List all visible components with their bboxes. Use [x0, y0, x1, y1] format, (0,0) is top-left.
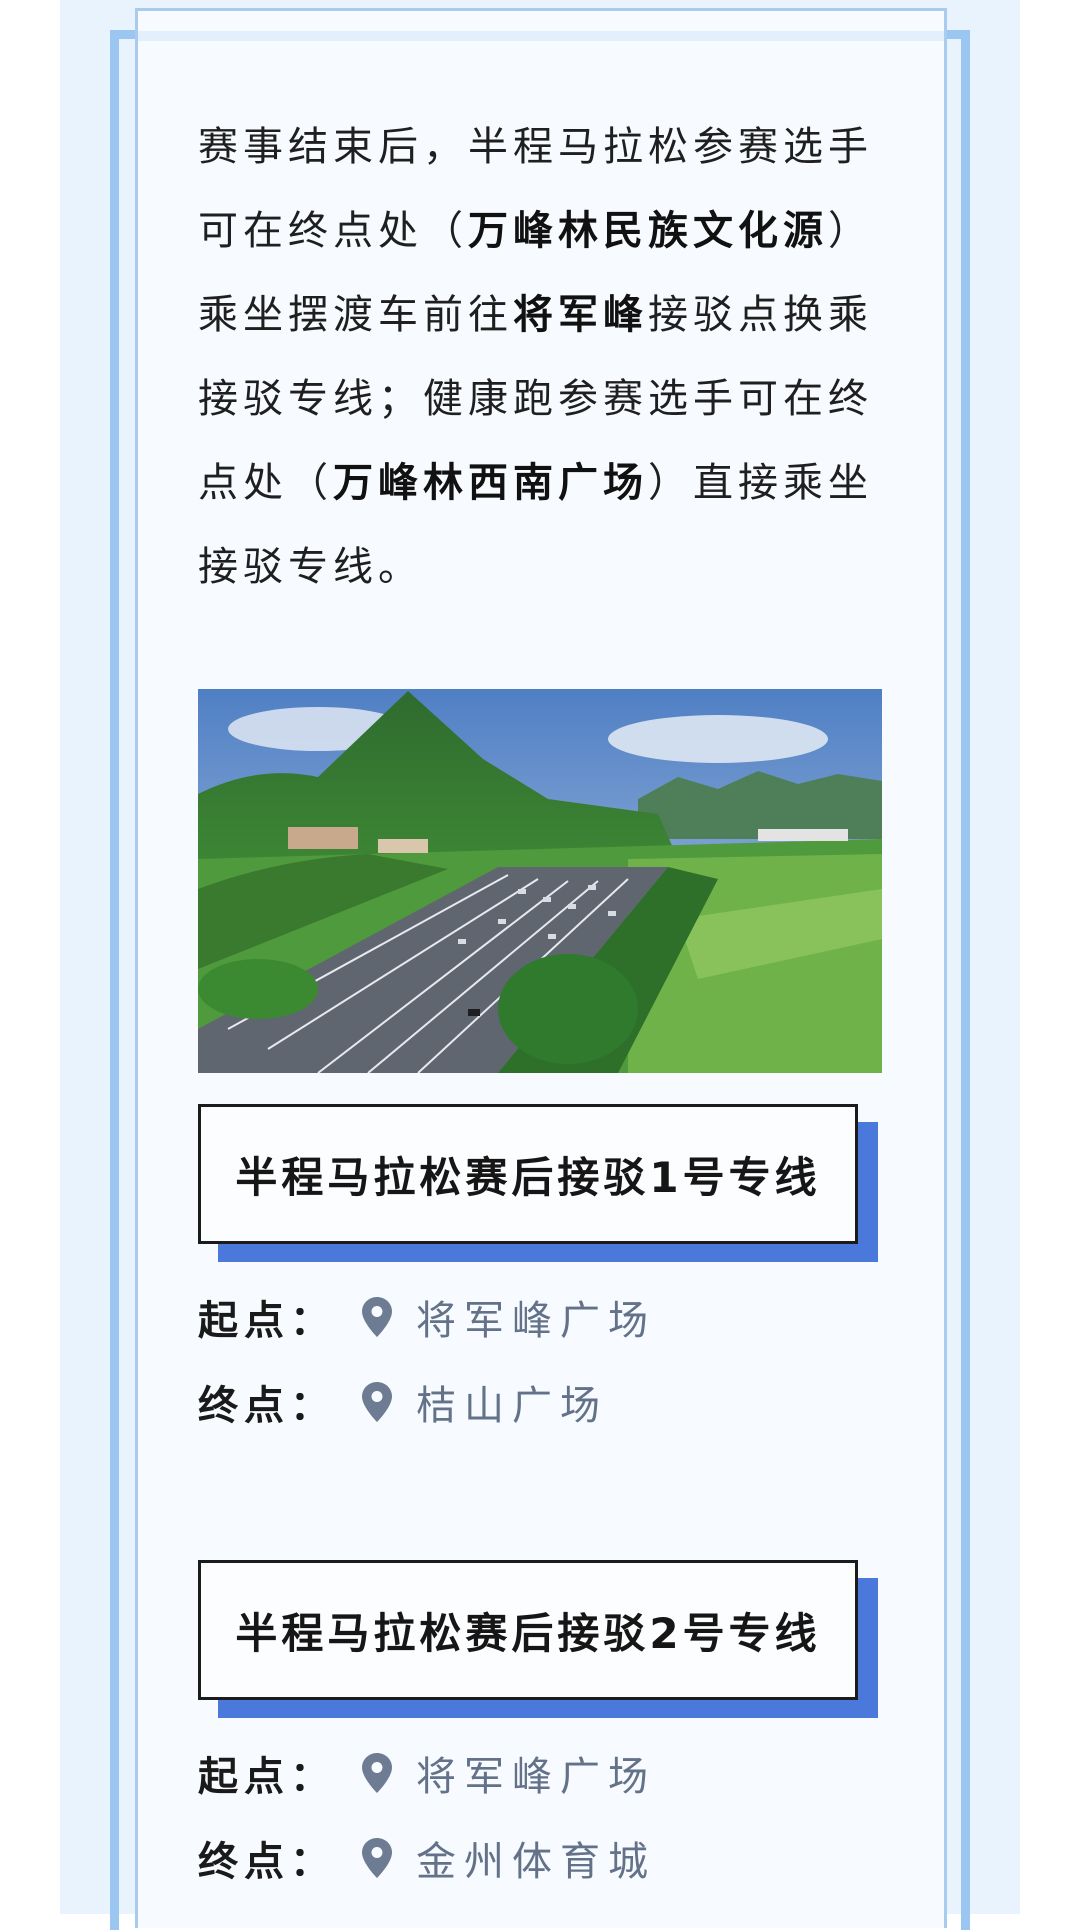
route-1-start-row: 起点： 将军峰广场 [198, 1289, 656, 1345]
route-2-start-value: 将军峰广场 [416, 1754, 656, 1800]
route-1-title: 半程马拉松赛后接驳1号专线 [235, 1152, 821, 1202]
route-2-end-label: 终点： [198, 1839, 336, 1885]
route-2-header-box: 半程马拉松赛后接驳2号专线 [198, 1560, 858, 1700]
route-1-start-label: 起点： [198, 1298, 336, 1344]
route-2-header: 半程马拉松赛后接驳2号专线 [198, 1560, 878, 1720]
route-2-title: 半程马拉松赛后接驳2号专线 [235, 1608, 821, 1658]
route-1-end-row: 终点： 桔山广场 [198, 1374, 608, 1430]
parking-lot-photo [198, 689, 882, 1073]
route-2-start-label: 起点： [198, 1754, 336, 1800]
route-1-end-label: 终点： [198, 1383, 336, 1429]
location-pin-icon [362, 1753, 392, 1793]
route-2-end-value: 金州体育城 [416, 1839, 656, 1885]
location-pin-icon [362, 1838, 392, 1878]
route-1-end-value: 桔山广场 [416, 1383, 608, 1429]
location-pin-icon [362, 1297, 392, 1337]
intro-bold-venue: 万峰林民族文化源 [468, 208, 828, 254]
intro-paragraph: 赛事结束后，半程马拉松参赛选手可在终点处（万峰林民族文化源）乘坐摆渡车前往将军峰… [198, 105, 888, 609]
route-1-start-value: 将军峰广场 [416, 1298, 656, 1344]
route-2-end-row: 终点： 金州体育城 [198, 1830, 656, 1886]
route-2-start-row: 起点： 将军峰广场 [198, 1745, 656, 1801]
route-1-header-box: 半程马拉松赛后接驳1号专线 [198, 1104, 858, 1244]
intro-bold-transfer-point: 将军峰 [513, 292, 648, 338]
location-pin-icon [362, 1382, 392, 1422]
route-1-header: 半程马拉松赛后接驳1号专线 [198, 1104, 878, 1264]
intro-bold-square: 万峰林西南广场 [333, 460, 648, 506]
